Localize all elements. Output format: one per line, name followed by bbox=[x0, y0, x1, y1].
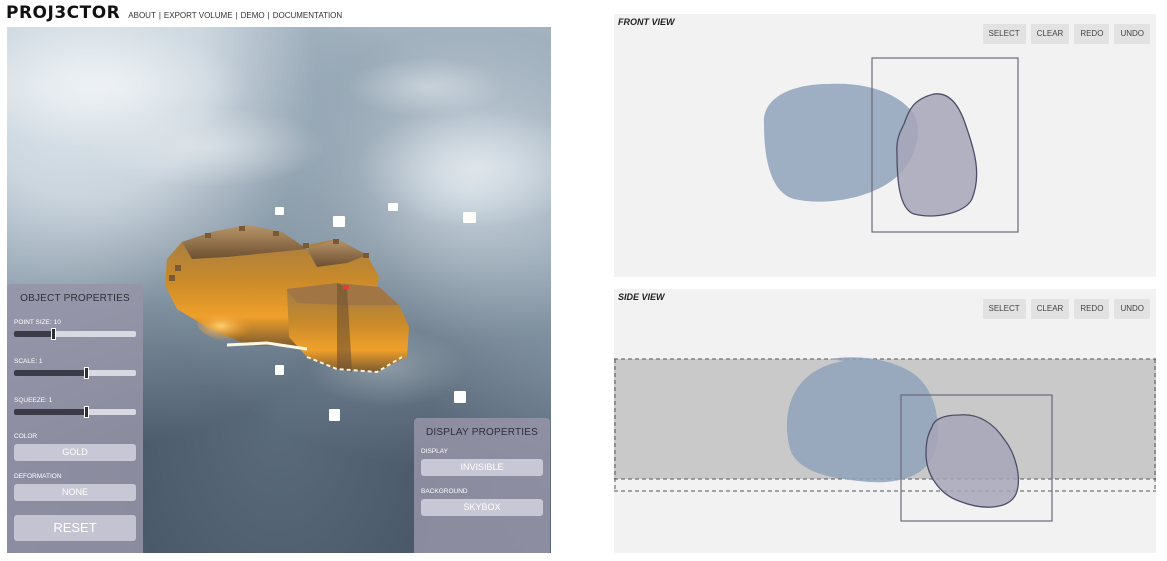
front-view-title: FRONT VIEW bbox=[618, 17, 675, 27]
side-redo-button[interactable]: REDO bbox=[1074, 299, 1110, 319]
app-header: PROJ3CTOR ABOUT | EXPORT VOLUME | DEMO | DOCUM… bbox=[6, 3, 342, 25]
object-properties-panel: OBJECT PROPERTIES POINT SIZE: 10 SCALE: … bbox=[7, 284, 143, 553]
nav-export-volume[interactable]: EXPORT VOLUME bbox=[164, 11, 233, 20]
front-view-toolbar: SELECT CLEAR REDO UNDO bbox=[982, 24, 1150, 44]
front-undo-button[interactable]: UNDO bbox=[1114, 24, 1150, 44]
side-view-drawing bbox=[614, 357, 1156, 522]
object-properties-title: OBJECT PROPERTIES bbox=[20, 293, 130, 304]
color-select[interactable]: GOLD bbox=[14, 444, 136, 461]
display-properties-title: DISPLAY PROPERTIES bbox=[426, 427, 538, 438]
side-clear-button[interactable]: CLEAR bbox=[1030, 299, 1070, 319]
deformation-select[interactable]: NONE bbox=[14, 484, 136, 501]
nav-demo[interactable]: DEMO bbox=[241, 11, 265, 20]
deformation-label: DEFORMATION bbox=[14, 473, 62, 480]
point-size-label: POINT SIZE: 10 bbox=[14, 319, 61, 326]
front-shape-gray bbox=[896, 93, 978, 217]
squeeze-slider[interactable] bbox=[14, 406, 136, 418]
side-shape-blue bbox=[786, 357, 938, 483]
scale-label: SCALE: 1 bbox=[14, 358, 43, 365]
side-undo-button[interactable]: UNDO bbox=[1114, 299, 1150, 319]
nav-documentation[interactable]: DOCUMENTATION bbox=[273, 11, 342, 20]
display-select[interactable]: INVISIBLE bbox=[421, 459, 543, 476]
top-nav: ABOUT | EXPORT VOLUME | DEMO | DOCUMENTATION bbox=[128, 11, 343, 20]
squeeze-label: SQUEEZE: 1 bbox=[14, 397, 53, 404]
display-properties-panel: DISPLAY PROPERTIES DISPLAY INVISIBLE BAC… bbox=[414, 418, 550, 553]
side-view-title: SIDE VIEW bbox=[618, 292, 665, 302]
front-select-button[interactable]: SELECT bbox=[982, 24, 1026, 44]
background-label: BACKGROUND bbox=[421, 488, 468, 495]
point-size-slider[interactable] bbox=[14, 328, 136, 340]
front-shape-blue bbox=[763, 83, 918, 202]
scale-slider-handle[interactable] bbox=[84, 367, 90, 379]
scale-slider[interactable] bbox=[14, 367, 136, 379]
front-clear-button[interactable]: CLEAR bbox=[1030, 24, 1070, 44]
side-view-canvas[interactable]: SIDE VIEW SELECT CLEAR REDO UNDO bbox=[614, 289, 1156, 553]
3d-viewport[interactable]: OBJECT PROPERTIES POINT SIZE: 10 SCALE: … bbox=[7, 27, 551, 553]
app-logo[interactable]: PROJ3CTOR bbox=[6, 3, 120, 23]
side-select-button[interactable]: SELECT bbox=[982, 299, 1026, 319]
squeeze-slider-handle[interactable] bbox=[84, 406, 90, 418]
nav-about[interactable]: ABOUT bbox=[128, 11, 156, 20]
point-size-slider-handle[interactable] bbox=[51, 328, 57, 340]
display-label: DISPLAY bbox=[421, 448, 448, 455]
color-label: COLOR bbox=[14, 433, 38, 440]
front-redo-button[interactable]: REDO bbox=[1074, 24, 1110, 44]
front-view-drawing bbox=[763, 57, 1019, 233]
side-view-toolbar: SELECT CLEAR REDO UNDO bbox=[982, 299, 1150, 319]
background-select[interactable]: SKYBOX bbox=[421, 499, 543, 516]
voxel-object[interactable] bbox=[165, 225, 409, 374]
reset-button[interactable]: RESET bbox=[14, 515, 136, 541]
front-view-canvas[interactable]: FRONT VIEW SELECT CLEAR REDO UNDO bbox=[614, 14, 1156, 277]
